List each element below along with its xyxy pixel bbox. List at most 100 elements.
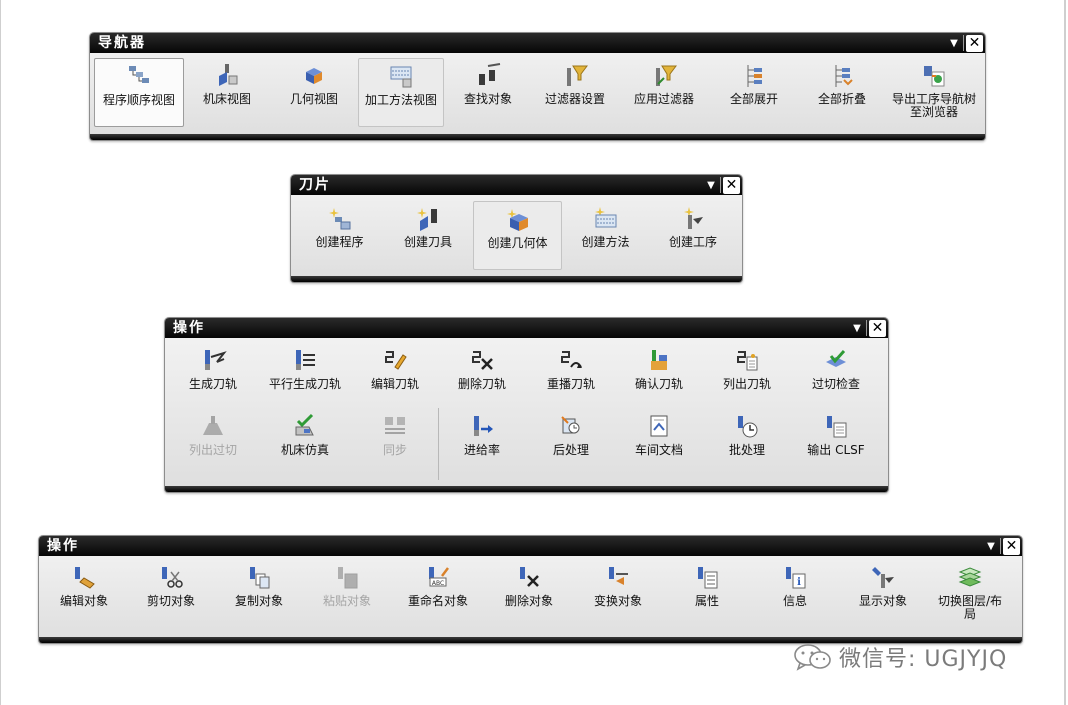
- gouge-check-button[interactable]: 过切检查: [791, 343, 881, 409]
- create-program-button[interactable]: 创建程序: [296, 201, 383, 267]
- edit-toolpath-icon: [353, 347, 437, 375]
- expand-all-button[interactable]: 全部展开: [710, 58, 798, 124]
- information-button[interactable]: i 信息: [751, 560, 839, 626]
- synchronize-icon: [353, 413, 437, 441]
- rename-object-button[interactable]: ABC 重命名对象: [391, 560, 485, 626]
- list-gouges-button[interactable]: 列出过切: [169, 409, 257, 475]
- delete-object-button[interactable]: 删除对象: [485, 560, 573, 626]
- switch-layer-layout-button[interactable]: 切换图层/布局: [927, 560, 1013, 626]
- batch-process-button[interactable]: 批处理: [703, 409, 791, 475]
- group-separator: [438, 408, 439, 480]
- control-separator: [866, 320, 867, 336]
- generate-toolpath-icon: [169, 347, 257, 375]
- output-clsf-icon: [791, 413, 881, 441]
- list-gouges-icon: [169, 413, 257, 441]
- list-toolpath-button[interactable]: 列出刀轨: [703, 343, 791, 409]
- toolbar-controls: ▼ ✕: [984, 537, 1020, 555]
- close-icon[interactable]: ✕: [869, 319, 886, 337]
- transform-object-button[interactable]: 变换对象: [573, 560, 663, 626]
- window-right-border: [1064, 0, 1066, 705]
- machine-tool-view-button[interactable]: 机床视图: [184, 58, 270, 124]
- program-order-view-icon: [95, 63, 183, 91]
- control-separator: [720, 177, 721, 193]
- transform-object-icon: [573, 564, 663, 592]
- close-icon[interactable]: ✕: [966, 34, 983, 52]
- postprocess-icon: [527, 413, 615, 441]
- filter-settings-icon: [532, 62, 618, 90]
- create-tool-button[interactable]: 创建刀具: [383, 201, 473, 267]
- operations-row-2: 列出过切 机床仿真 同步 进给率 后处理 车间文档 批处理 输出 CLSF: [169, 409, 888, 475]
- create-method-icon: [562, 205, 649, 233]
- toolbar-controls: ▼ ✕: [850, 319, 886, 337]
- create-operation-button[interactable]: 创建工序: [649, 201, 737, 267]
- operations-toolbar-title[interactable]: 操作: [165, 318, 888, 338]
- navigator-toolbar: 导航器 ▼ ✕ 程序顺序视图 机床视图 几何视图 加工方法视图 查找对象 过滤器…: [89, 32, 986, 141]
- collapse-all-button[interactable]: 全部折叠: [798, 58, 886, 124]
- edit-toolpath-button[interactable]: 编辑刀轨: [353, 343, 437, 409]
- parallel-generate-button[interactable]: 平行生成刀轨: [257, 343, 353, 409]
- apply-filter-button[interactable]: 应用过滤器: [618, 58, 710, 124]
- dropdown-arrow-icon[interactable]: ▼: [947, 38, 961, 49]
- export-to-browser-button[interactable]: 导出工序导航树至浏览器: [886, 58, 982, 124]
- cut-object-icon: [127, 564, 215, 592]
- svg-text:i: i: [797, 577, 801, 588]
- dropdown-arrow-icon[interactable]: ▼: [704, 180, 718, 191]
- dropdown-arrow-icon[interactable]: ▼: [984, 541, 998, 552]
- list-toolpath-icon: [703, 347, 791, 375]
- program-order-view-button[interactable]: 程序顺序视图: [94, 58, 184, 127]
- synchronize-button[interactable]: 同步: [353, 409, 437, 475]
- delete-object-icon: [485, 564, 573, 592]
- rename-object-icon: ABC: [391, 564, 485, 592]
- cut-object-button[interactable]: 剪切对象: [127, 560, 215, 626]
- toolbar-bottom-bar: [165, 486, 888, 492]
- geometry-view-button[interactable]: 几何视图: [270, 58, 358, 124]
- dropdown-arrow-icon[interactable]: ▼: [850, 323, 864, 334]
- machine-simulation-button[interactable]: 机床仿真: [257, 409, 353, 475]
- close-icon[interactable]: ✕: [1003, 537, 1020, 555]
- shop-document-button[interactable]: 车间文档: [615, 409, 703, 475]
- control-separator: [963, 35, 964, 51]
- filter-settings-button[interactable]: 过滤器设置: [532, 58, 618, 124]
- navigator-toolbar-title[interactable]: 导航器: [90, 33, 985, 53]
- collapse-all-icon: [798, 62, 886, 90]
- find-object-button[interactable]: 查找对象: [444, 58, 532, 124]
- operations-row-1: 生成刀轨 平行生成刀轨 编辑刀轨 删除刀轨 重播刀轨 确认刀轨 列出刀轨 过切检…: [169, 343, 888, 409]
- toolbar-bottom-bar: [90, 134, 985, 140]
- toolbar-controls: ▼ ✕: [947, 34, 983, 52]
- display-object-icon: [839, 564, 927, 592]
- feed-rate-button[interactable]: 进给率: [437, 409, 527, 475]
- edit-object-button[interactable]: 编辑对象: [41, 560, 127, 626]
- wechat-icon: [794, 644, 831, 671]
- apply-filter-icon: [618, 62, 710, 90]
- create-tool-icon: [383, 205, 473, 233]
- window-left-border: [0, 0, 1, 705]
- batch-process-icon: [703, 413, 791, 441]
- properties-button[interactable]: 属性: [663, 560, 751, 626]
- inserts-buttons-row: 创建程序 创建刀具 创建几何体 创建方法 创建工序: [296, 201, 742, 270]
- create-method-button[interactable]: 创建方法: [562, 201, 649, 267]
- create-geometry-button[interactable]: 创建几何体: [473, 201, 562, 270]
- machining-method-view-button[interactable]: 加工方法视图: [358, 58, 444, 127]
- inserts-toolbar: 刀片 ▼ ✕ 创建程序 创建刀具 创建几何体 创建方法 创建工序: [290, 174, 743, 283]
- replay-toolpath-icon: [527, 347, 615, 375]
- inserts-toolbar-title[interactable]: 刀片: [291, 175, 742, 195]
- paste-object-button[interactable]: 粘贴对象: [303, 560, 391, 626]
- generate-toolpath-button[interactable]: 生成刀轨: [169, 343, 257, 409]
- switch-layer-layout-icon: [927, 564, 1013, 592]
- replay-toolpath-button[interactable]: 重播刀轨: [527, 343, 615, 409]
- machine-simulation-icon: [257, 413, 353, 441]
- output-clsf-button[interactable]: 输出 CLSF: [791, 409, 881, 475]
- watermark: 微信号: UGJYJQ: [793, 642, 1007, 672]
- object-operations-row: 编辑对象 剪切对象 复制对象 粘贴对象 ABC 重命名对象 删除对象 变换对象 属…: [41, 560, 1022, 626]
- toolbar-bottom-bar: [291, 276, 742, 282]
- copy-object-button[interactable]: 复制对象: [215, 560, 303, 626]
- parallel-generate-icon: [257, 347, 353, 375]
- postprocess-button[interactable]: 后处理: [527, 409, 615, 475]
- verify-toolpath-button[interactable]: 确认刀轨: [615, 343, 703, 409]
- export-browser-icon: [886, 62, 982, 90]
- toolbar-controls: ▼ ✕: [704, 176, 740, 194]
- display-object-button[interactable]: 显示对象: [839, 560, 927, 626]
- close-icon[interactable]: ✕: [723, 176, 740, 194]
- object-operations-toolbar-title[interactable]: 操作: [39, 536, 1022, 556]
- delete-toolpath-button[interactable]: 删除刀轨: [437, 343, 527, 409]
